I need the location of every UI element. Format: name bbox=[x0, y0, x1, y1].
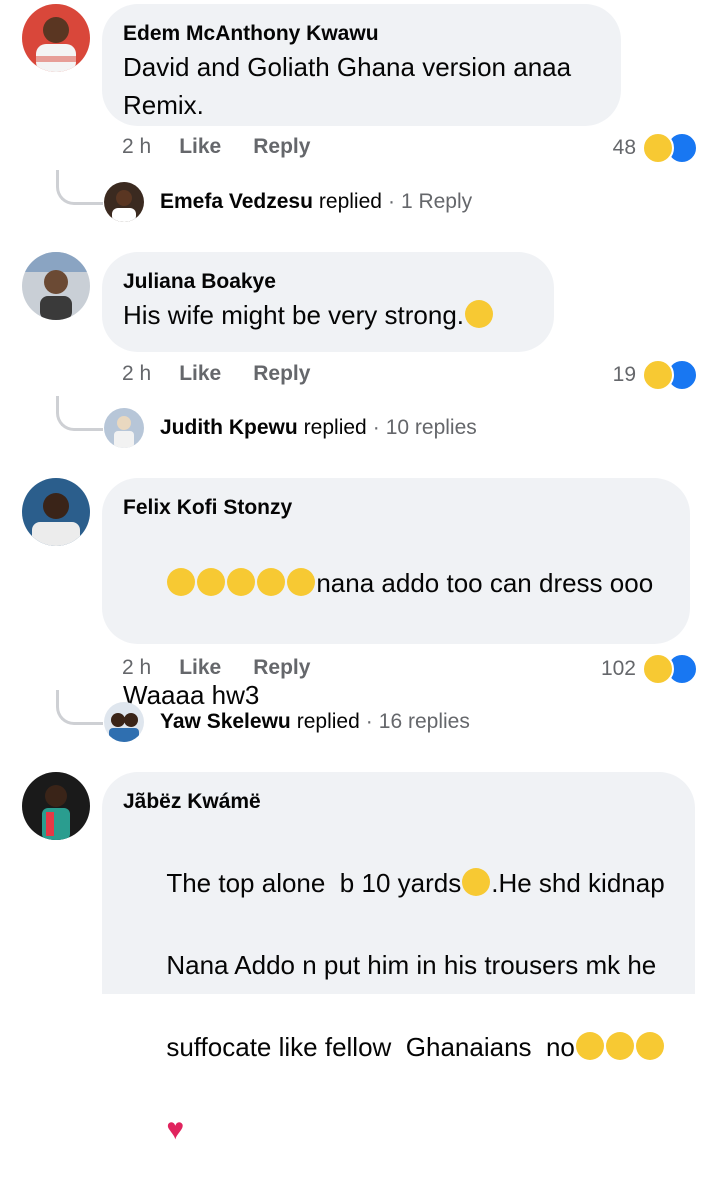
comment-text: David and Goliath Ghana version anaa Rem… bbox=[123, 52, 572, 120]
replies-link[interactable]: Yaw Skelewu replied · 16 replies bbox=[104, 702, 470, 742]
eye-roll-emoji-icon bbox=[605, 1032, 634, 1060]
reply-count: 10 replies bbox=[385, 416, 477, 439]
comment-text: The top alone b 10 yards .He shd kidnap N… bbox=[123, 822, 673, 1192]
reply-thread-line bbox=[56, 690, 103, 725]
grinning-emoji-icon bbox=[465, 300, 494, 328]
reaction-summary[interactable]: 19 bbox=[613, 359, 698, 391]
comment-bubble: Edem McAnthony Kwawu David and Goliath G… bbox=[102, 4, 621, 126]
avatar[interactable] bbox=[22, 478, 90, 546]
reply-author: Judith Kpewu bbox=[160, 416, 298, 439]
reply-button[interactable]: Reply bbox=[253, 135, 310, 159]
comment-text-line: Nana Addo n put him in his trousers mk h… bbox=[166, 950, 657, 980]
comment-text-line: The top alone b 10 yards bbox=[166, 868, 462, 898]
comment-actions: 2 h Like Reply bbox=[122, 362, 342, 386]
comment-author[interactable]: Juliana Boakye bbox=[123, 268, 532, 296]
haha-reaction-icon bbox=[642, 653, 674, 685]
reply-count: 16 replies bbox=[378, 710, 470, 733]
replies-link[interactable]: Emefa Vedzesu replied · 1 Reply bbox=[104, 182, 472, 222]
comment-text: His wife might be very strong. bbox=[123, 296, 532, 334]
avatar bbox=[104, 702, 144, 742]
reply-count: 1 Reply bbox=[400, 190, 473, 213]
reply-author: Yaw Skelewu bbox=[160, 710, 291, 733]
comment-text-line: suffocate like fellow Ghanaians no bbox=[166, 1032, 575, 1062]
comment-text-line: nana addo too can dress ooo bbox=[316, 568, 654, 598]
reply-verb: replied bbox=[303, 416, 367, 439]
comment-text-line: .He shd kidnap bbox=[491, 868, 665, 898]
comment-author[interactable]: Jãbëz Kwámë bbox=[123, 788, 673, 816]
reply-thread-line bbox=[56, 396, 103, 431]
reaction-summary[interactable]: 48 bbox=[613, 132, 698, 164]
haha-reaction-icon bbox=[642, 132, 674, 164]
laughing-emoji-icon bbox=[227, 568, 256, 596]
avatar[interactable] bbox=[22, 4, 90, 72]
reaction-count: 102 bbox=[600, 657, 636, 680]
comment-time[interactable]: 2 h bbox=[122, 135, 151, 159]
replies-link[interactable]: Judith Kpewu replied · 10 replies bbox=[104, 408, 477, 448]
haha-reaction-icon bbox=[642, 359, 674, 391]
reply-button[interactable]: Reply bbox=[253, 656, 310, 680]
comment-time[interactable]: 2 h bbox=[122, 362, 151, 386]
avatar bbox=[104, 182, 144, 222]
heart-emoji-icon: ♥ bbox=[166, 1113, 185, 1146]
reply-verb: replied bbox=[296, 710, 360, 733]
reaction-count: 19 bbox=[612, 363, 636, 386]
comment-time[interactable]: 2 h bbox=[122, 656, 151, 680]
like-button[interactable]: Like bbox=[179, 656, 221, 680]
avatar bbox=[104, 408, 144, 448]
comment-author[interactable]: Edem McAnthony Kwawu bbox=[123, 20, 599, 48]
avatar[interactable] bbox=[22, 252, 90, 320]
comment-text: nana addo too can dress ooo bbox=[123, 526, 668, 640]
comment-text-content: His wife might be very strong. bbox=[123, 300, 465, 330]
like-button[interactable]: Like bbox=[179, 362, 221, 386]
laughing-emoji-icon bbox=[462, 868, 491, 896]
comment-bubble: Jãbëz Kwámë The top alone b 10 yards .He … bbox=[102, 772, 695, 1146]
reply-verb: replied bbox=[318, 190, 382, 213]
rofl-emoji-icon bbox=[197, 568, 226, 596]
comment-actions: 2 h Like Reply bbox=[122, 135, 342, 159]
comment-bubble: Juliana Boakye His wife might be very st… bbox=[102, 252, 554, 352]
reply-thread-line bbox=[56, 170, 103, 205]
reply-button[interactable]: Reply bbox=[253, 362, 310, 386]
reaction-count: 48 bbox=[612, 136, 636, 159]
comment-bubble: Felix Kofi Stonzy nana addo too can dres… bbox=[102, 478, 690, 710]
eye-roll-emoji-icon bbox=[575, 1032, 604, 1060]
rofl-emoji-icon bbox=[257, 568, 286, 596]
eye-roll-emoji-icon bbox=[635, 1032, 664, 1060]
reply-author: Emefa Vedzesu bbox=[160, 190, 313, 213]
comment-author[interactable]: Felix Kofi Stonzy bbox=[123, 494, 668, 522]
laughing-emoji-icon bbox=[287, 568, 316, 596]
like-button[interactable]: Like bbox=[179, 135, 221, 159]
laughing-emoji-icon bbox=[167, 568, 196, 596]
avatar[interactable] bbox=[22, 772, 90, 840]
comment-actions: 2 h Like Reply bbox=[122, 656, 342, 680]
reaction-summary[interactable]: 102 bbox=[601, 653, 698, 685]
